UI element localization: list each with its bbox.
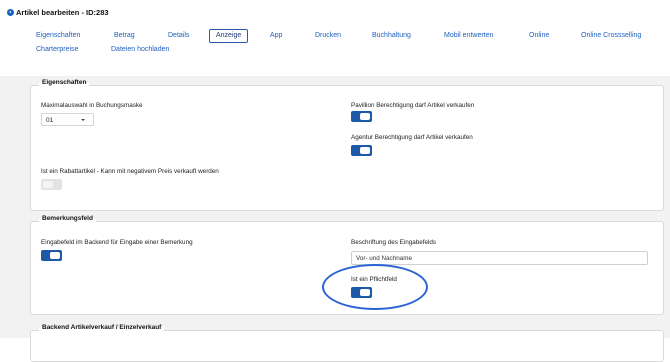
chevron-down-icon	[81, 119, 85, 121]
max-select-dropdown[interactable]: 01	[41, 113, 94, 126]
toggle-knob	[43, 181, 53, 188]
toggle-knob	[360, 289, 370, 296]
page-title: Artikel bearbeiten - ID:283	[16, 8, 109, 17]
pflicht-label: Ist ein Pflichtfeld	[351, 276, 397, 283]
toggle-knob	[360, 113, 370, 120]
pflicht-toggle[interactable]	[351, 287, 372, 298]
back-arrow-icon[interactable]	[7, 9, 14, 16]
tab-drucken[interactable]: Drucken	[315, 30, 341, 42]
rabatt-label: Ist ein Rabattartikel - Kann mit negativ…	[41, 168, 219, 175]
beschriftung-input[interactable]: Vor- und Nachname	[351, 251, 648, 265]
tab-dateien-hochladen[interactable]: Dateien hochladen	[111, 44, 169, 56]
tab-charterpreise[interactable]: Charterpreise	[36, 44, 78, 56]
agentur-label: Agentur Berechtigung darf Artikel verkau…	[351, 134, 473, 141]
agentur-toggle[interactable]	[351, 145, 372, 156]
section-title: Bemerkungsfeld	[39, 215, 96, 222]
max-select-label: Maximalauswahl in Buchungsmaske	[41, 102, 143, 109]
tab-online-crossselling[interactable]: Online Crossselling	[581, 30, 641, 42]
tab-buchhaltung[interactable]: Buchhaltung	[372, 30, 411, 42]
section-title: Eigenschaften	[39, 79, 90, 86]
eingabe-label: Eingabefeld im Backend für Eingabe einer…	[41, 239, 193, 246]
tab-mobil-entwerten[interactable]: Mobil entwerten	[444, 30, 493, 42]
section-backend: Backend Artikelverkauf / Einzelverkauf	[30, 324, 664, 362]
tab-betrag[interactable]: Betrag	[114, 30, 135, 42]
tab-online[interactable]: Online	[529, 30, 549, 42]
tab-anzeige[interactable]: Anzeige	[209, 29, 249, 43]
pavillion-toggle[interactable]	[351, 111, 372, 122]
max-select-value: 01	[46, 117, 54, 124]
pavillion-label: Pavillion Berechtigung darf Artikel verk…	[351, 102, 475, 109]
tab-app[interactable]: App	[270, 30, 282, 42]
section-bemerkungsfeld: Bemerkungsfeld Eingabefeld im Backend fü…	[30, 215, 664, 315]
page-header: Artikel bearbeiten - ID:283 Eigenschafte…	[0, 0, 670, 76]
beschriftung-label: Beschriftung des Eingabefelds	[351, 239, 437, 246]
eingabe-toggle[interactable]	[41, 250, 62, 261]
tab-details[interactable]: Details	[168, 30, 189, 42]
tab-eigenschaften[interactable]: Eigenschaften	[36, 30, 80, 42]
section-title: Backend Artikelverkauf / Einzelverkauf	[39, 324, 165, 331]
page-title-row: Artikel bearbeiten - ID:283	[7, 8, 109, 17]
toggle-knob	[360, 147, 370, 154]
toggle-knob	[50, 252, 60, 259]
section-eigenschaften: Eigenschaften Maximalauswahl in Buchungs…	[30, 79, 664, 211]
rabatt-toggle[interactable]	[41, 179, 62, 190]
